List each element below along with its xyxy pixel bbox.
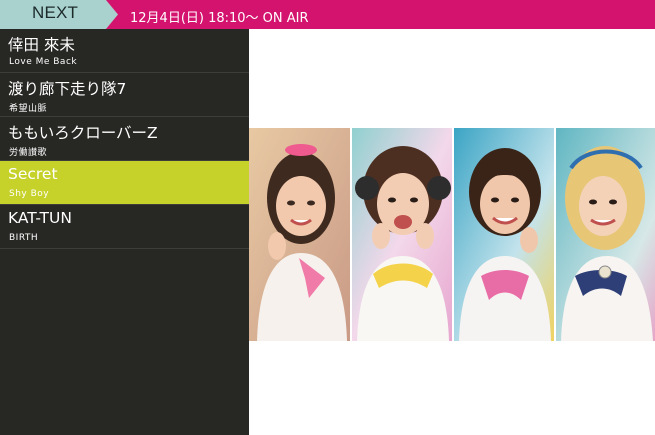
playlist-item[interactable]: ももいろクローバーZ 労働讃歌: [0, 117, 249, 161]
artist-name: 倖田 來未: [8, 36, 75, 54]
playlist-sidebar: 倖田 來未 Love Me Back 渡り廊下走り隊7 希望山脈 ももいろクロー…: [0, 29, 249, 435]
playlist-item[interactable]: KAT-TUN BIRTH: [0, 205, 249, 249]
artist-name: KAT-TUN: [8, 209, 72, 227]
song-title: Shy Boy: [9, 189, 50, 199]
next-label: NEXT: [32, 3, 79, 22]
song-title: Love Me Back: [9, 57, 78, 67]
artist-name: 渡り廊下走り隊7: [8, 80, 127, 98]
playlist-item[interactable]: 渡り廊下走り隊7 希望山脈: [0, 73, 249, 117]
artist-name: Secret: [8, 165, 58, 183]
song-title: 希望山脈: [9, 104, 48, 114]
playlist-item-active[interactable]: Secret Shy Boy: [0, 161, 249, 205]
artist-photo: [249, 128, 655, 341]
header-bar: NEXT 12月4日(日) 18:10～ ON AIR: [0, 0, 655, 29]
playlist-item[interactable]: 倖田 來未 Love Me Back: [0, 29, 249, 73]
airtime-text: 12月4日(日) 18:10～ ON AIR: [130, 11, 309, 26]
song-title: 労働讃歌: [9, 148, 48, 158]
main-panel: [249, 29, 655, 435]
song-title: BIRTH: [9, 233, 39, 243]
artist-name: ももいろクローバーZ: [8, 124, 158, 142]
